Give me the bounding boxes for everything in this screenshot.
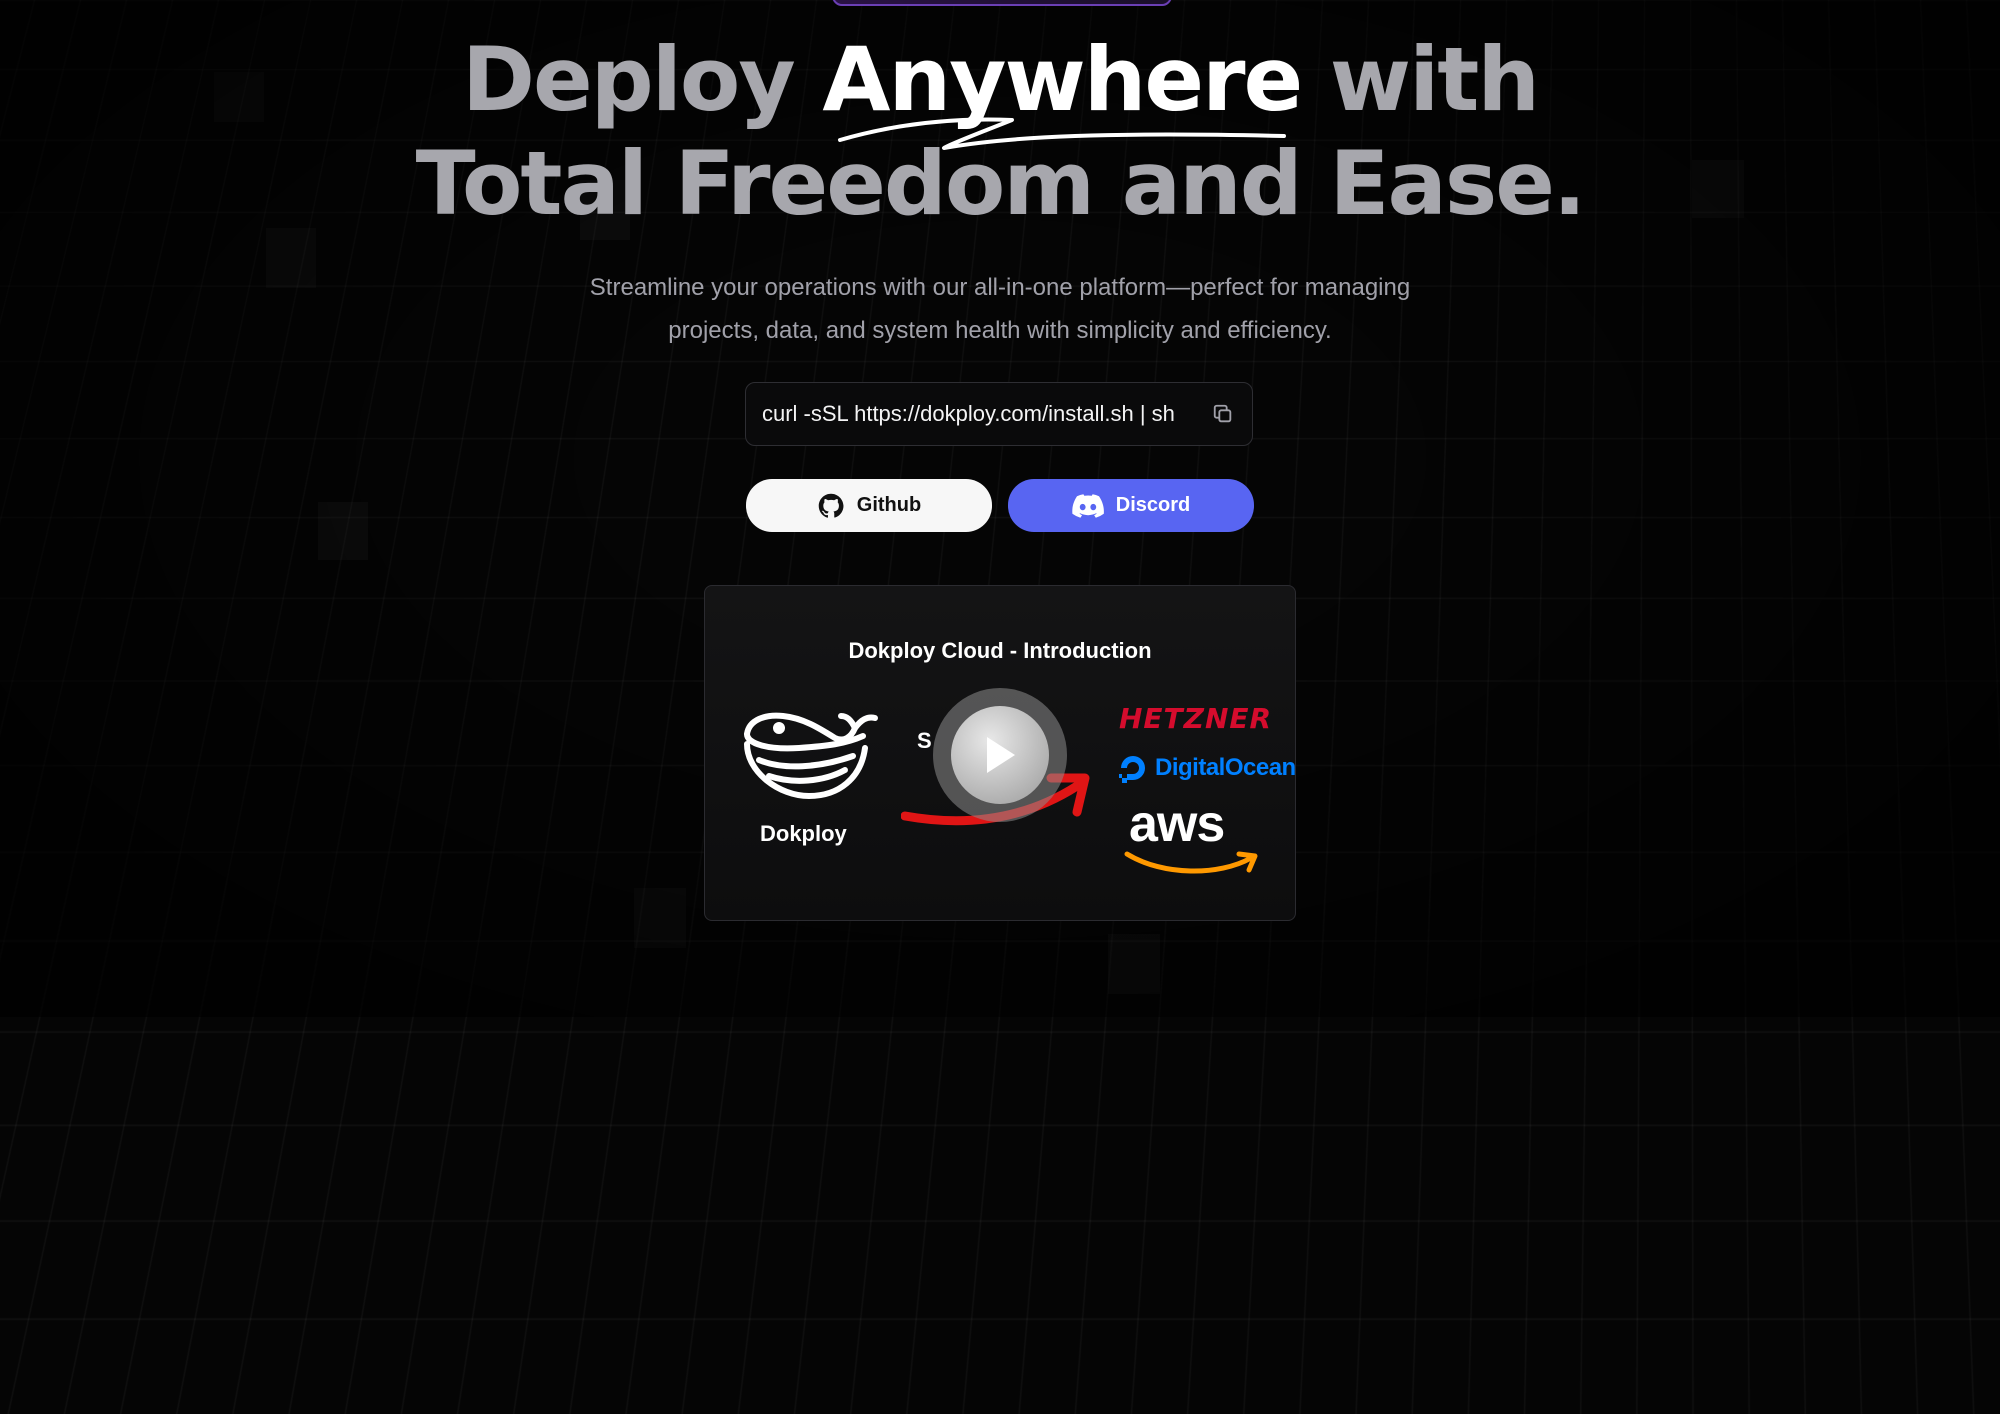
aws-logo: aws bbox=[1123, 795, 1263, 878]
github-button[interactable]: Github bbox=[746, 479, 992, 532]
subtitle-line2: projects, data, and system health with s… bbox=[668, 317, 1332, 344]
install-command-box[interactable]: curl -sSL https://dokploy.com/install.sh… bbox=[745, 382, 1253, 446]
hero-subtitle: Streamline your operations with our all-… bbox=[0, 266, 2000, 352]
dokploy-whale-icon bbox=[744, 712, 878, 800]
digitalocean-icon bbox=[1119, 756, 1145, 783]
github-icon bbox=[818, 493, 844, 518]
aws-smile-icon bbox=[1124, 851, 1258, 874]
copy-icon[interactable] bbox=[1210, 401, 1236, 427]
subtitle-line1: Streamline your operations with our all-… bbox=[589, 274, 1411, 301]
hero-title-suffix: with bbox=[1301, 28, 1540, 131]
hero-title-line2: Total Freedom and Ease. bbox=[415, 132, 1587, 235]
aws-label: aws bbox=[1129, 795, 1225, 853]
hero-title: Deploy Anywhere with Total Freedom and E… bbox=[0, 28, 2000, 236]
discord-button[interactable]: Discord bbox=[1008, 479, 1254, 532]
hero-title-highlight: Anywhere bbox=[822, 28, 1303, 131]
hero-title-prefix: Deploy bbox=[462, 28, 823, 131]
digitalocean-logo: DigitalOcean bbox=[1117, 752, 1296, 784]
play-icon[interactable] bbox=[951, 706, 1049, 804]
video-title: Dokploy Cloud - Introduction bbox=[848, 638, 1152, 663]
discord-icon bbox=[1072, 493, 1104, 518]
github-button-label: Github bbox=[856, 494, 922, 516]
hetzner-logo: HETZNER bbox=[1119, 702, 1273, 735]
announcement-pill[interactable] bbox=[832, 0, 1172, 6]
digitalocean-label: DigitalOcean bbox=[1155, 754, 1296, 781]
video-play-button[interactable] bbox=[933, 688, 1067, 822]
dokploy-label: Dokploy bbox=[760, 821, 847, 846]
intro-video-card[interactable]: Dokploy Cloud - Introduction Dokploy S) … bbox=[704, 585, 1296, 921]
discord-button-label: Discord bbox=[1115, 494, 1191, 516]
install-command-text[interactable]: curl -sSL https://dokploy.com/install.sh… bbox=[762, 401, 1210, 427]
